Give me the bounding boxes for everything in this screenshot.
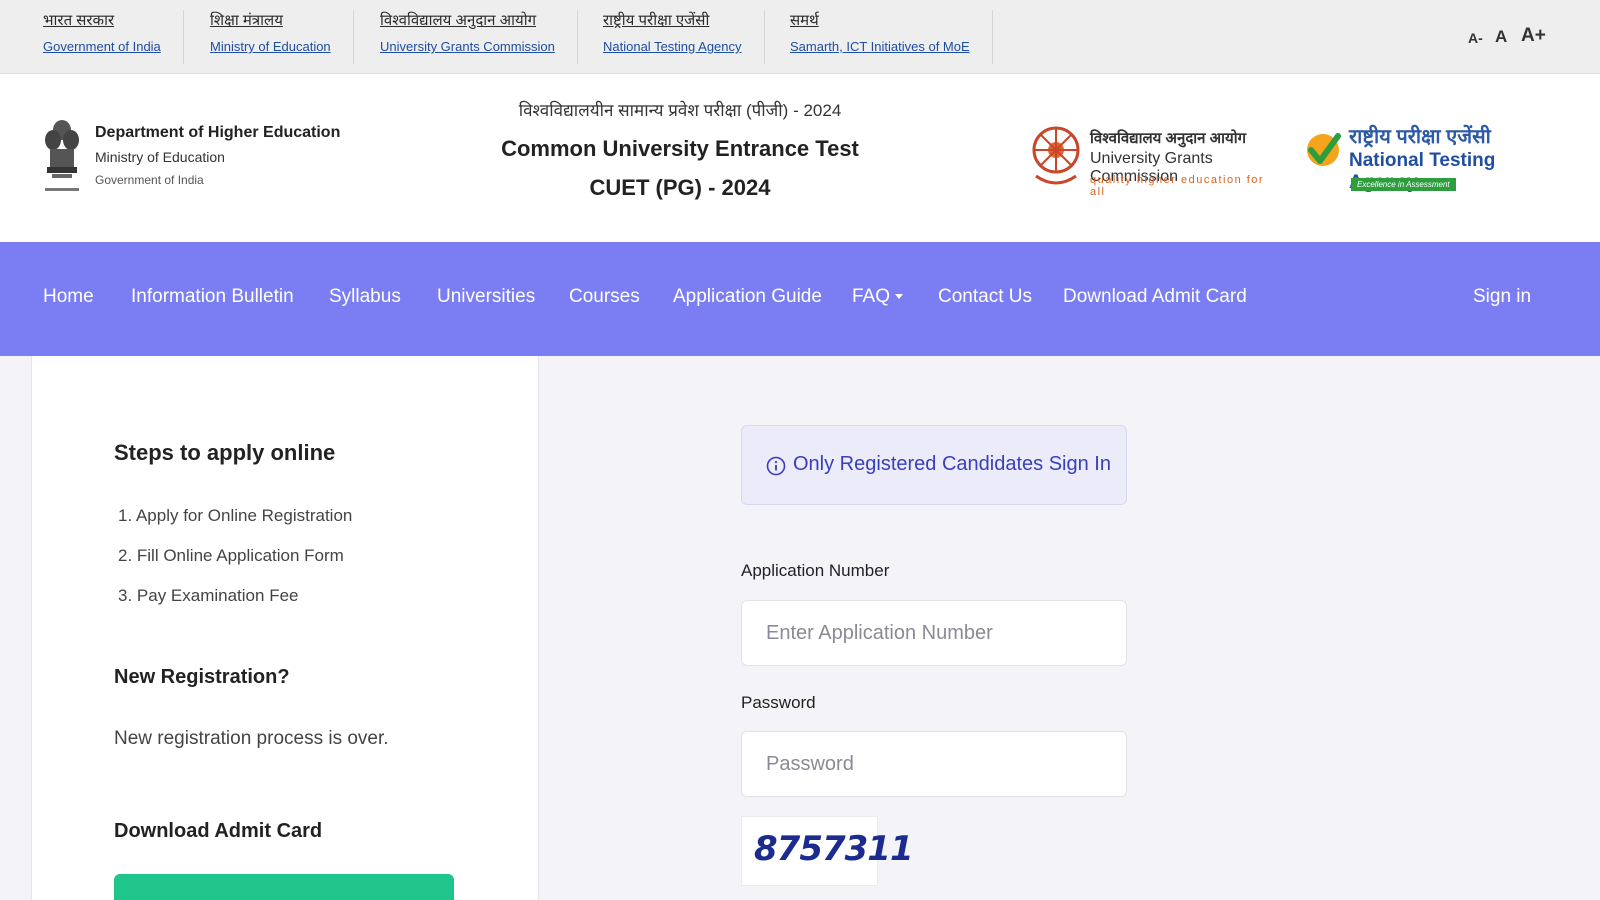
font-increase-button[interactable]: A+: [1521, 25, 1546, 47]
steps-list: 1. Apply for Online Registration 2. Fill…: [118, 496, 352, 616]
gov-link-hindi: शिक्षा मंत्रालय: [210, 12, 283, 29]
captcha-code: 8757311: [754, 829, 914, 869]
steps-panel: Steps to apply online 1. Apply for Onlin…: [31, 356, 539, 900]
alert-message: Only Registered Candidates Sign In: [793, 453, 1111, 475]
ugc-tagline: quality higher education for all: [1090, 174, 1265, 198]
gov-link-english: National Testing Agency: [603, 39, 742, 54]
nta-tagline: Excellence in Assessment: [1351, 178, 1456, 191]
government-name: Government of India: [95, 173, 204, 187]
main-navbar: Home Information Bulletin Syllabus Unive…: [0, 242, 1600, 356]
download-admit-card-heading: Download Admit Card: [114, 820, 323, 842]
exam-subtitle: CUET (PG) - 2024: [589, 175, 771, 200]
step-item: 3. Pay Examination Fee: [118, 586, 299, 605]
steps-heading: Steps to apply online: [114, 440, 336, 465]
nav-application-guide[interactable]: Application Guide: [673, 286, 822, 308]
gov-link-english: Ministry of Education: [210, 39, 331, 54]
password-label: Password: [741, 693, 816, 712]
nta-name-hindi: राष्ट्रीय परीक्षा एजेंसी: [1349, 126, 1491, 148]
new-registration-message: New registration process is over.: [114, 728, 389, 749]
nav-syllabus[interactable]: Syllabus: [329, 286, 401, 308]
gov-link-hindi: भारत सरकार: [43, 12, 115, 29]
font-normal-button[interactable]: A: [1495, 27, 1507, 47]
nav-faq-label: FAQ: [852, 286, 891, 307]
application-number-label: Application Number: [741, 561, 890, 580]
ministry-name: Ministry of Education: [95, 149, 225, 165]
department-name: Department of Higher Education: [95, 124, 341, 141]
download-admit-card-button[interactable]: [114, 874, 454, 900]
chevron-down-icon: [895, 294, 904, 300]
exam-title: Common University Entrance Test: [501, 136, 859, 161]
gov-link-hindi: विश्वविद्यालय अनुदान आयोग: [380, 12, 537, 29]
gov-link-hindi: समर्थ: [790, 12, 819, 29]
registered-candidates-alert: Only Registered Candidates Sign In: [741, 425, 1127, 505]
gov-link-english: Government of India: [43, 39, 161, 54]
nav-home[interactable]: Home: [43, 286, 94, 308]
nta-check-icon: [1307, 133, 1341, 166]
exam-title-hindi: विश्वविद्यालयीन सामान्य प्रवेश परीक्षा (…: [518, 101, 842, 120]
step-item: 1. Apply for Online Registration: [118, 506, 353, 525]
gov-link-samarth[interactable]: समर्थ Samarth, ICT Initiatives of MoE: [790, 10, 993, 64]
nav-faq-dropdown[interactable]: FAQ: [852, 286, 904, 308]
nav-contact-us[interactable]: Contact Us: [938, 286, 1032, 308]
new-registration-heading: New Registration?: [114, 666, 290, 688]
gov-link-ministry-of-education[interactable]: शिक्षा मंत्रालय Ministry of Education: [210, 10, 354, 64]
ugc-logo[interactable]: विश्वविद्यालय अनुदान आयोग University Gra…: [1030, 122, 1280, 198]
ugc-emblem-icon: [1032, 126, 1080, 185]
gov-topbar: भारत सरकार Government of India शिक्षा मं…: [0, 0, 1600, 74]
ugc-name-hindi: विश्वविद्यालय अनुदान आयोग: [1090, 130, 1247, 147]
application-number-input[interactable]: [741, 600, 1127, 666]
font-decrease-button[interactable]: A-: [1468, 30, 1483, 46]
nav-information-bulletin[interactable]: Information Bulletin: [131, 286, 294, 308]
exam-title-block: विश्वविद्यालयीन सामान्य प्रवेश परीक्षा (…: [480, 98, 880, 208]
gov-link-hindi: राष्ट्रीय परीक्षा एजेंसी: [603, 12, 710, 29]
gov-link-english: University Grants Commission: [380, 39, 555, 54]
nav-courses[interactable]: Courses: [569, 286, 640, 308]
captcha-image: 8757311: [741, 816, 914, 886]
nav-sign-in[interactable]: Sign in: [1473, 286, 1531, 308]
info-icon: [766, 456, 786, 476]
step-item: 2. Fill Online Application Form: [118, 546, 344, 565]
gov-link-english: Samarth, ICT Initiatives of MoE: [790, 39, 970, 54]
nav-download-admit-card[interactable]: Download Admit Card: [1063, 286, 1247, 308]
nav-universities[interactable]: Universities: [437, 286, 535, 308]
national-emblem-icon: [45, 120, 79, 191]
gov-link-ugc[interactable]: विश्वविद्यालय अनुदान आयोग University Gra…: [380, 10, 578, 64]
department-block: Department of Higher Education Ministry …: [95, 122, 340, 190]
gov-link-nta[interactable]: राष्ट्रीय परीक्षा एजेंसी National Testin…: [603, 10, 765, 64]
gov-link-government-of-india[interactable]: भारत सरकार Government of India: [43, 10, 184, 64]
site-header: Department of Higher Education Ministry …: [0, 74, 1600, 242]
nta-logo[interactable]: राष्ट्रीय परीक्षा एजेंसी National Testin…: [1305, 120, 1555, 196]
password-input[interactable]: [741, 731, 1127, 797]
